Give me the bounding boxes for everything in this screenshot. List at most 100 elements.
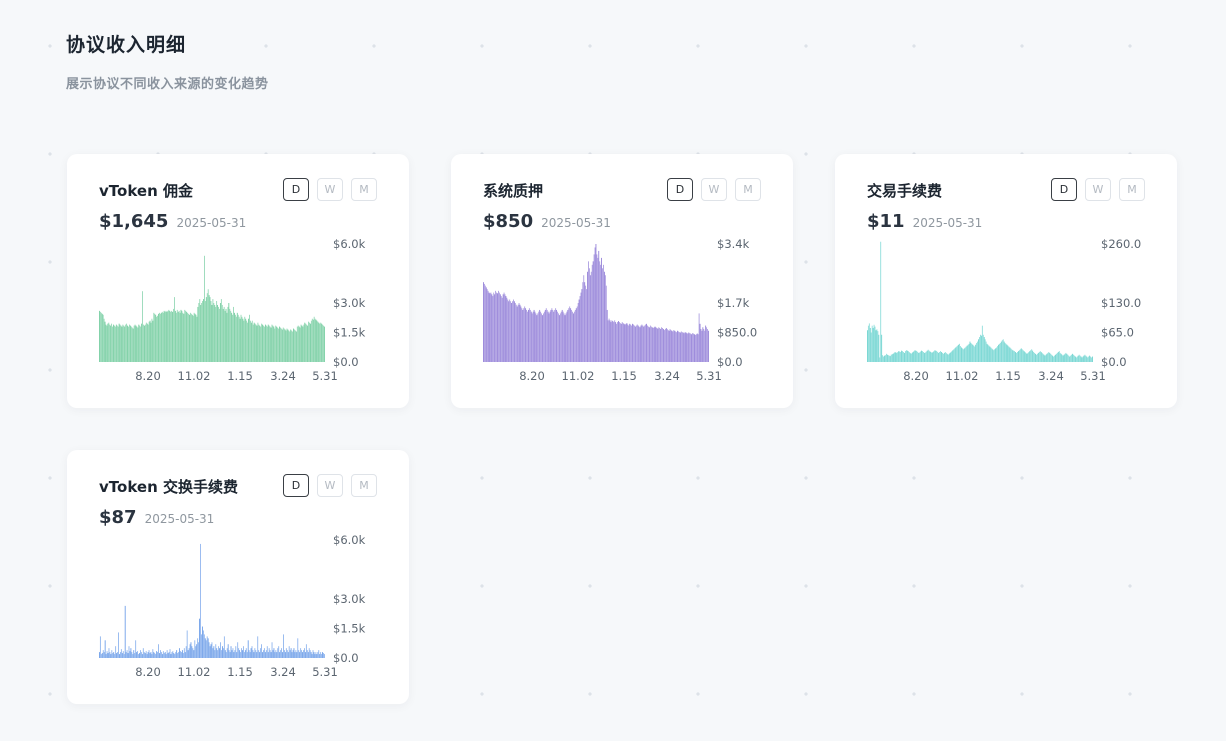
bar[interactable] xyxy=(243,652,245,658)
bar[interactable] xyxy=(251,646,253,658)
bar[interactable] xyxy=(235,316,237,362)
bar[interactable] xyxy=(216,648,218,658)
bar[interactable] xyxy=(223,636,225,658)
bar[interactable] xyxy=(511,303,512,362)
bar[interactable] xyxy=(657,328,659,362)
bar[interactable] xyxy=(994,349,996,362)
bar[interactable] xyxy=(1077,355,1079,362)
bar[interactable] xyxy=(993,350,995,362)
bar[interactable] xyxy=(101,653,103,658)
bar[interactable] xyxy=(1027,352,1029,362)
bar[interactable] xyxy=(310,323,311,362)
bar[interactable] xyxy=(1041,352,1043,362)
bar[interactable] xyxy=(937,352,939,362)
bar[interactable] xyxy=(119,652,121,658)
bar[interactable] xyxy=(490,292,492,362)
bar[interactable] xyxy=(1003,341,1005,362)
bar[interactable] xyxy=(162,312,164,362)
bar[interactable] xyxy=(113,324,114,362)
bar[interactable] xyxy=(257,322,259,362)
bar[interactable] xyxy=(234,314,236,362)
bar[interactable] xyxy=(1047,352,1049,362)
bar[interactable] xyxy=(1014,351,1016,362)
bar[interactable] xyxy=(142,648,144,658)
bar[interactable] xyxy=(285,330,287,362)
bar[interactable] xyxy=(501,297,503,362)
bar[interactable] xyxy=(222,308,224,362)
bar[interactable] xyxy=(901,350,903,362)
bar[interactable] xyxy=(485,287,487,362)
bar[interactable] xyxy=(986,343,988,362)
bar[interactable] xyxy=(285,648,287,658)
bar[interactable] xyxy=(101,313,103,362)
bar[interactable] xyxy=(582,282,584,362)
bar[interactable] xyxy=(174,297,175,362)
bar[interactable] xyxy=(609,320,611,362)
bar[interactable] xyxy=(142,291,143,362)
bar[interactable] xyxy=(678,332,680,362)
bar[interactable] xyxy=(1032,350,1034,362)
bar[interactable] xyxy=(191,646,193,658)
bar[interactable] xyxy=(693,333,694,362)
bar[interactable] xyxy=(1068,355,1070,362)
bar[interactable] xyxy=(1083,355,1085,362)
bar[interactable] xyxy=(120,325,122,362)
bar[interactable] xyxy=(299,327,301,362)
bar[interactable] xyxy=(706,327,708,362)
bar[interactable] xyxy=(513,301,515,362)
bar[interactable] xyxy=(159,653,160,658)
bar[interactable] xyxy=(583,275,585,362)
bar[interactable] xyxy=(536,315,538,362)
bar[interactable] xyxy=(180,309,182,362)
bar[interactable] xyxy=(1002,339,1004,362)
bar[interactable] xyxy=(527,311,528,362)
bar[interactable] xyxy=(991,348,993,362)
bar[interactable] xyxy=(589,275,591,362)
bar[interactable] xyxy=(175,652,177,658)
bar[interactable] xyxy=(929,351,931,362)
bar[interactable] xyxy=(1076,356,1078,362)
bar[interactable] xyxy=(636,324,638,362)
bar[interactable] xyxy=(916,351,918,362)
bar[interactable] xyxy=(1064,353,1066,362)
bar[interactable] xyxy=(682,332,684,363)
bar[interactable] xyxy=(277,648,279,658)
bar[interactable] xyxy=(193,650,195,658)
bar[interactable] xyxy=(910,353,912,362)
bar[interactable] xyxy=(253,652,255,658)
bar[interactable] xyxy=(110,654,112,658)
bar[interactable] xyxy=(618,321,619,362)
bar[interactable] xyxy=(126,650,128,658)
bar[interactable] xyxy=(592,261,594,362)
bar[interactable] xyxy=(1084,354,1086,362)
bar[interactable] xyxy=(313,316,315,362)
bar[interactable] xyxy=(244,650,246,658)
bar[interactable] xyxy=(544,309,546,362)
bar[interactable] xyxy=(152,649,154,658)
bar[interactable] xyxy=(176,650,178,658)
bar[interactable] xyxy=(547,311,549,362)
bar[interactable] xyxy=(483,283,485,362)
bar[interactable] xyxy=(232,314,233,362)
bar[interactable] xyxy=(615,322,617,362)
bar[interactable] xyxy=(224,650,226,658)
bar[interactable] xyxy=(931,352,933,362)
bar[interactable] xyxy=(930,352,932,362)
bar[interactable] xyxy=(113,652,115,658)
bar[interactable] xyxy=(644,325,646,362)
bar[interactable] xyxy=(215,644,217,658)
bar[interactable] xyxy=(105,324,107,362)
bar[interactable] xyxy=(968,343,970,362)
bar[interactable] xyxy=(1079,355,1081,362)
bar[interactable] xyxy=(134,324,136,362)
bar[interactable] xyxy=(112,653,114,658)
bar[interactable] xyxy=(216,301,218,362)
bar[interactable] xyxy=(593,254,595,362)
bar[interactable] xyxy=(940,351,941,362)
bar[interactable] xyxy=(605,285,607,362)
bar[interactable] xyxy=(507,299,509,362)
bar[interactable] xyxy=(586,289,587,362)
bar[interactable] xyxy=(219,308,220,362)
bar[interactable] xyxy=(614,320,616,362)
bar[interactable] xyxy=(1053,356,1054,362)
